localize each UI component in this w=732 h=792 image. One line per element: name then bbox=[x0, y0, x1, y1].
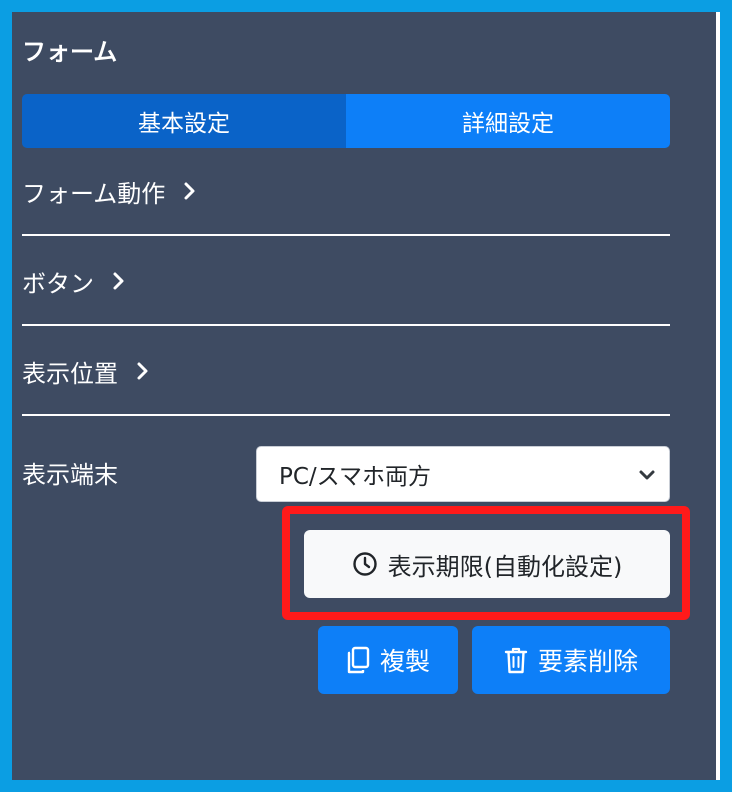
section-display-position[interactable]: 表示位置 bbox=[22, 328, 670, 416]
trash-icon bbox=[504, 646, 528, 674]
section-button-label: ボタン bbox=[22, 269, 94, 298]
duplicate-button-label: 複製 bbox=[379, 647, 430, 676]
tab-advanced-settings-label: 詳細設定 bbox=[462, 111, 554, 137]
tab-advanced-settings[interactable]: 詳細設定 bbox=[346, 94, 670, 148]
section-button[interactable]: ボタン bbox=[22, 238, 670, 326]
tab-basic-settings[interactable]: 基本設定 bbox=[22, 94, 346, 148]
section-display-position-label: 表示位置 bbox=[22, 359, 118, 388]
chevron-right-icon bbox=[184, 182, 195, 200]
section-form-behavior[interactable]: フォーム動作 bbox=[22, 148, 670, 236]
display-expiry-button[interactable]: 表示期限(自動化設定) bbox=[304, 530, 670, 598]
settings-tabs: 基本設定 詳細設定 bbox=[22, 94, 670, 148]
device-label: 表示端末 bbox=[22, 461, 118, 489]
clock-icon bbox=[352, 551, 378, 577]
copy-icon bbox=[346, 646, 370, 674]
chevron-right-icon bbox=[137, 362, 148, 380]
panel-title: フォーム bbox=[22, 38, 118, 66]
device-select[interactable]: PC/スマホ両方 bbox=[256, 446, 670, 502]
tab-basic-settings-label: 基本設定 bbox=[138, 111, 230, 137]
chevron-right-icon bbox=[113, 272, 124, 290]
display-expiry-button-label: 表示期限(自動化設定) bbox=[387, 552, 623, 581]
delete-element-button-label: 要素削除 bbox=[537, 647, 638, 676]
duplicate-button[interactable]: 複製 bbox=[318, 626, 458, 694]
section-form-behavior-label: フォーム動作 bbox=[22, 179, 166, 208]
device-select-value: PC/スマホ両方 bbox=[279, 464, 431, 490]
panel-edge-divider bbox=[716, 12, 720, 780]
delete-element-button[interactable]: 要素削除 bbox=[472, 626, 670, 694]
chevron-down-icon bbox=[639, 470, 655, 480]
